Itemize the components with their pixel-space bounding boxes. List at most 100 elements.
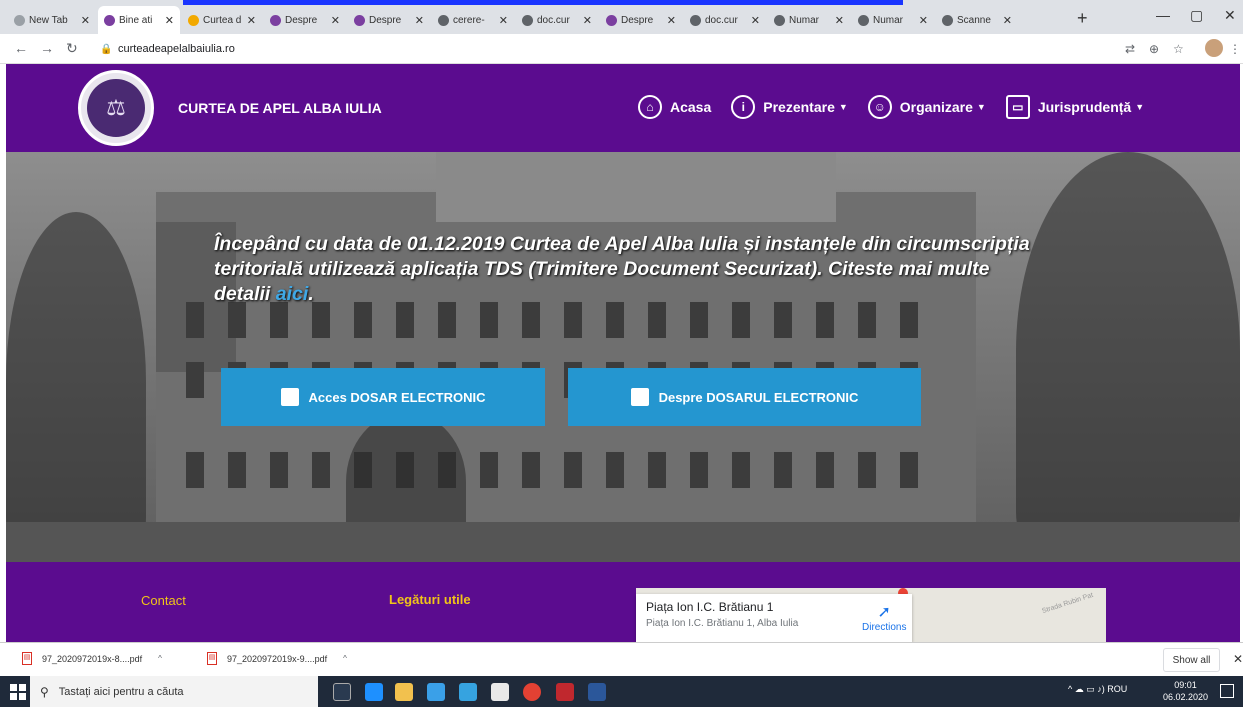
close-window-button[interactable]: ✕	[1224, 7, 1236, 24]
about-dosar-button[interactable]: Despre DOSARUL ELECTRONIC	[568, 368, 921, 426]
window-shape	[396, 302, 414, 338]
window-shape	[774, 452, 792, 488]
browser-tab[interactable]: Numar ✕	[768, 6, 850, 34]
notification-icon[interactable]	[1220, 684, 1234, 698]
edge-icon[interactable]	[365, 683, 383, 701]
window-shape	[816, 452, 834, 488]
nav-item-0[interactable]: ⌂ Acasa	[638, 95, 711, 119]
nav-item-3[interactable]: ▭ Jurisprudență ▼	[1005, 95, 1144, 119]
footer-contact[interactable]: Contact	[141, 593, 186, 608]
access-dosar-button[interactable]: Acces DOSAR ELECTRONIC	[221, 368, 545, 426]
show-all-button[interactable]: Show all	[1163, 648, 1220, 672]
browser-tab[interactable]: Curtea d ✕	[182, 6, 262, 34]
download-item-1[interactable]: ▤ 97_2020972019x-8....pdf ^	[22, 652, 162, 665]
address-bar: ← → ↻ 🔒 curteadeapelalbaiulia.ro ⇄ ⊕ ☆ ⋮	[0, 34, 1243, 64]
window-shape	[648, 452, 666, 488]
store-icon[interactable]	[427, 683, 445, 701]
pdf-icon: ▤	[207, 652, 217, 665]
tab-close-icon[interactable]: ✕	[663, 14, 676, 27]
download-filename: 97_2020972019x-9....pdf	[227, 653, 328, 664]
browser-tab[interactable]: Bine ati ✕	[98, 6, 180, 34]
window-shape	[522, 452, 540, 488]
browser-tab[interactable]: doc.cur ✕	[684, 6, 766, 34]
tab-close-icon[interactable]: ✕	[243, 14, 256, 27]
taskbar-search[interactable]: ⚲ Tastați aici pentru a căuta	[30, 676, 318, 707]
map-street-label: Strada Rubin Pat	[1041, 591, 1095, 616]
browser-tab[interactable]: Scanne ✕	[936, 6, 1018, 34]
minimize-button[interactable]: —	[1156, 7, 1170, 23]
tab-close-icon[interactable]: ✕	[161, 14, 174, 27]
close-download-bar-icon[interactable]: ✕	[1233, 652, 1243, 666]
window-shape	[522, 302, 540, 338]
chrome-icon[interactable]	[523, 683, 541, 701]
nav-label: Organizare	[899, 99, 973, 115]
browser-tab[interactable]: cerere- ✕	[432, 6, 514, 34]
maximize-button[interactable]: ▢	[1190, 7, 1203, 24]
pdf-icon: ▤	[22, 652, 32, 665]
menu-icon[interactable]: ⋮	[1229, 42, 1241, 56]
map-embed[interactable]: Strada Rubin Pat Piața Ion I.C. Brătianu…	[636, 588, 1106, 642]
court-logo[interactable]: ⚖	[78, 70, 154, 146]
chevron-up-icon[interactable]: ^	[343, 654, 347, 663]
nav-label: Jurisprudență	[1037, 99, 1132, 115]
tab-close-icon[interactable]: ✕	[327, 14, 340, 27]
browser-tab[interactable]: doc.cur ✕	[516, 6, 598, 34]
chevron-up-icon[interactable]: ^	[158, 654, 162, 663]
tab-close-icon[interactable]: ✕	[495, 14, 508, 27]
nav-item-2[interactable]: ☺ Organizare ▼	[867, 95, 986, 119]
tab-favicon-icon	[438, 14, 449, 26]
acrobat-icon[interactable]	[556, 683, 574, 701]
tab-close-icon[interactable]: ✕	[77, 14, 90, 27]
tab-close-icon[interactable]: ✕	[831, 14, 844, 27]
new-tab-button[interactable]: +	[1077, 8, 1088, 29]
app-icon[interactable]	[459, 683, 477, 701]
notice-link[interactable]: aici	[276, 283, 309, 305]
download-item-2[interactable]: ▤ 97_2020972019x-9....pdf ^	[207, 652, 347, 665]
tab-favicon-icon	[522, 14, 533, 26]
link-highlight	[183, 0, 903, 5]
back-icon[interactable]: ←	[14, 40, 28, 56]
window-shape	[228, 302, 246, 338]
browser-tab[interactable]: Despre ✕	[600, 6, 682, 34]
site-footer: Contact Legături utile Strada Rubin Pat …	[6, 562, 1240, 642]
tab-close-icon[interactable]: ✕	[747, 14, 760, 27]
windows-start-icon[interactable]	[10, 684, 26, 700]
zoom-icon[interactable]: ⊕	[1149, 42, 1159, 56]
file-explorer-icon[interactable]	[395, 683, 413, 701]
forward-icon[interactable]: →	[40, 40, 54, 56]
browser-tab[interactable]: New Tab ✕	[8, 6, 96, 34]
system-tray[interactable]: ^ ☁ ▭ ♪) ROU	[1068, 684, 1127, 695]
tab-favicon-icon	[354, 14, 365, 26]
translate-icon[interactable]: ⇄	[1125, 42, 1135, 56]
site-header: ⚖ CURTEA DE APEL ALBA IULIA ⌂ Acasa i Preze…	[6, 64, 1240, 152]
profile-avatar[interactable]	[1205, 39, 1223, 57]
tab-close-icon[interactable]: ✕	[579, 14, 592, 27]
browser-tab[interactable]: Despre ✕	[264, 6, 346, 34]
clock[interactable]: 09:01 06.02.2020	[1163, 679, 1208, 703]
task-view-icon[interactable]	[333, 683, 351, 701]
word-icon[interactable]	[588, 683, 606, 701]
tree-right	[1016, 152, 1240, 552]
tab-favicon-icon	[14, 14, 25, 26]
reload-icon[interactable]: ↻	[66, 40, 78, 57]
tab-label: Numar	[789, 14, 820, 26]
language-indicator[interactable]: ROU	[1107, 684, 1127, 694]
tab-close-icon[interactable]: ✕	[411, 14, 424, 27]
nav-item-1[interactable]: i Prezentare ▼	[731, 95, 848, 119]
map-directions-button[interactable]: ➚ Directions	[862, 602, 906, 633]
main-nav: ⌂ Acasa i Prezentare ▼ ☺ Organizare ▼ ▭ Jurisprud…	[638, 92, 1164, 122]
tab-close-icon[interactable]: ✕	[999, 14, 1012, 27]
site-brand[interactable]: CURTEA DE APEL ALBA IULIA	[178, 100, 382, 116]
browser-tab[interactable]: Numar ✕	[852, 6, 934, 34]
download-bar: ▤ 97_2020972019x-8....pdf ^ ▤ 97_2020972…	[0, 642, 1243, 676]
tab-label: doc.cur	[537, 14, 570, 26]
mail-icon[interactable]	[491, 683, 509, 701]
browser-tab[interactable]: Despre ✕	[348, 6, 430, 34]
tab-label: cerere-	[453, 14, 485, 26]
tab-favicon-icon	[104, 14, 115, 26]
about-dosar-label: Despre DOSARUL ELECTRONIC	[658, 389, 859, 405]
window-shape	[270, 302, 288, 338]
bookmark-star-icon[interactable]: ☆	[1173, 42, 1184, 56]
url-field[interactable]: 🔒 curteadeapelalbaiulia.ro	[100, 38, 1100, 60]
tab-close-icon[interactable]: ✕	[915, 14, 928, 27]
